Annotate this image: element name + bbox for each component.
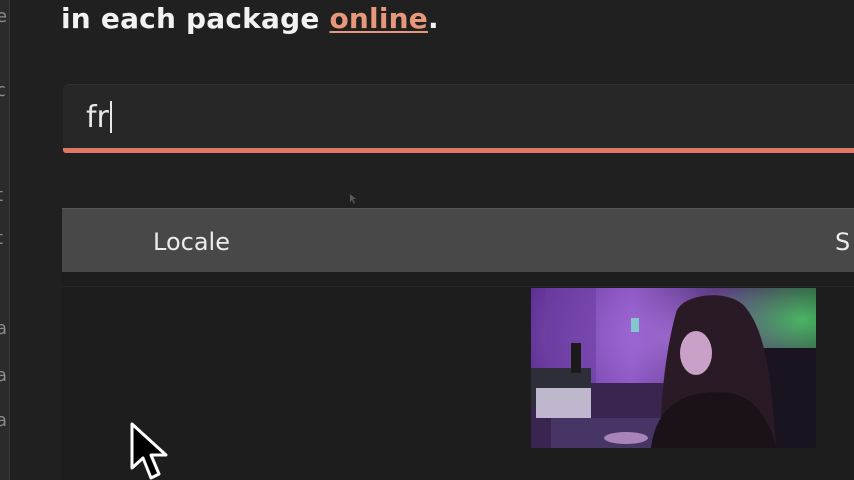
sidebar-text-fragment: t	[0, 185, 3, 206]
search-input[interactable]: fr	[86, 100, 112, 136]
sidebar-text-fragment: e	[0, 6, 8, 27]
webcam-overlay	[531, 288, 816, 448]
column-header-locale[interactable]: Locale	[153, 226, 230, 258]
sidebar-text-fragment: a	[0, 365, 8, 386]
mouse-pointer-icon	[130, 422, 168, 480]
intro-text-after: .	[427, 2, 439, 35]
table-row-divider	[62, 286, 854, 287]
sidebar-text-fragment: '	[0, 40, 1, 61]
column-header-second[interactable]: S	[835, 226, 850, 258]
search-input-value: fr	[86, 100, 109, 135]
intro-text-before: in each package	[61, 2, 330, 35]
sidebar-divider	[9, 0, 10, 480]
online-link[interactable]: online	[329, 2, 428, 35]
webcam-image	[531, 288, 816, 448]
search-focus-underline	[63, 148, 854, 153]
app-window: e ' c t t a a a in each package online. …	[0, 0, 854, 480]
text-caret	[109, 101, 112, 133]
left-sidebar-edge: e ' c t t a a a	[0, 0, 9, 480]
small-pointer-icon	[350, 194, 356, 204]
sidebar-text-fragment: a	[0, 318, 8, 339]
intro-text: in each package online.	[61, 2, 439, 35]
sidebar-text-fragment: c	[0, 80, 6, 101]
sidebar-text-fragment: t	[0, 228, 3, 249]
sidebar-text-fragment: a	[0, 410, 8, 431]
search-box[interactable]	[63, 84, 854, 149]
